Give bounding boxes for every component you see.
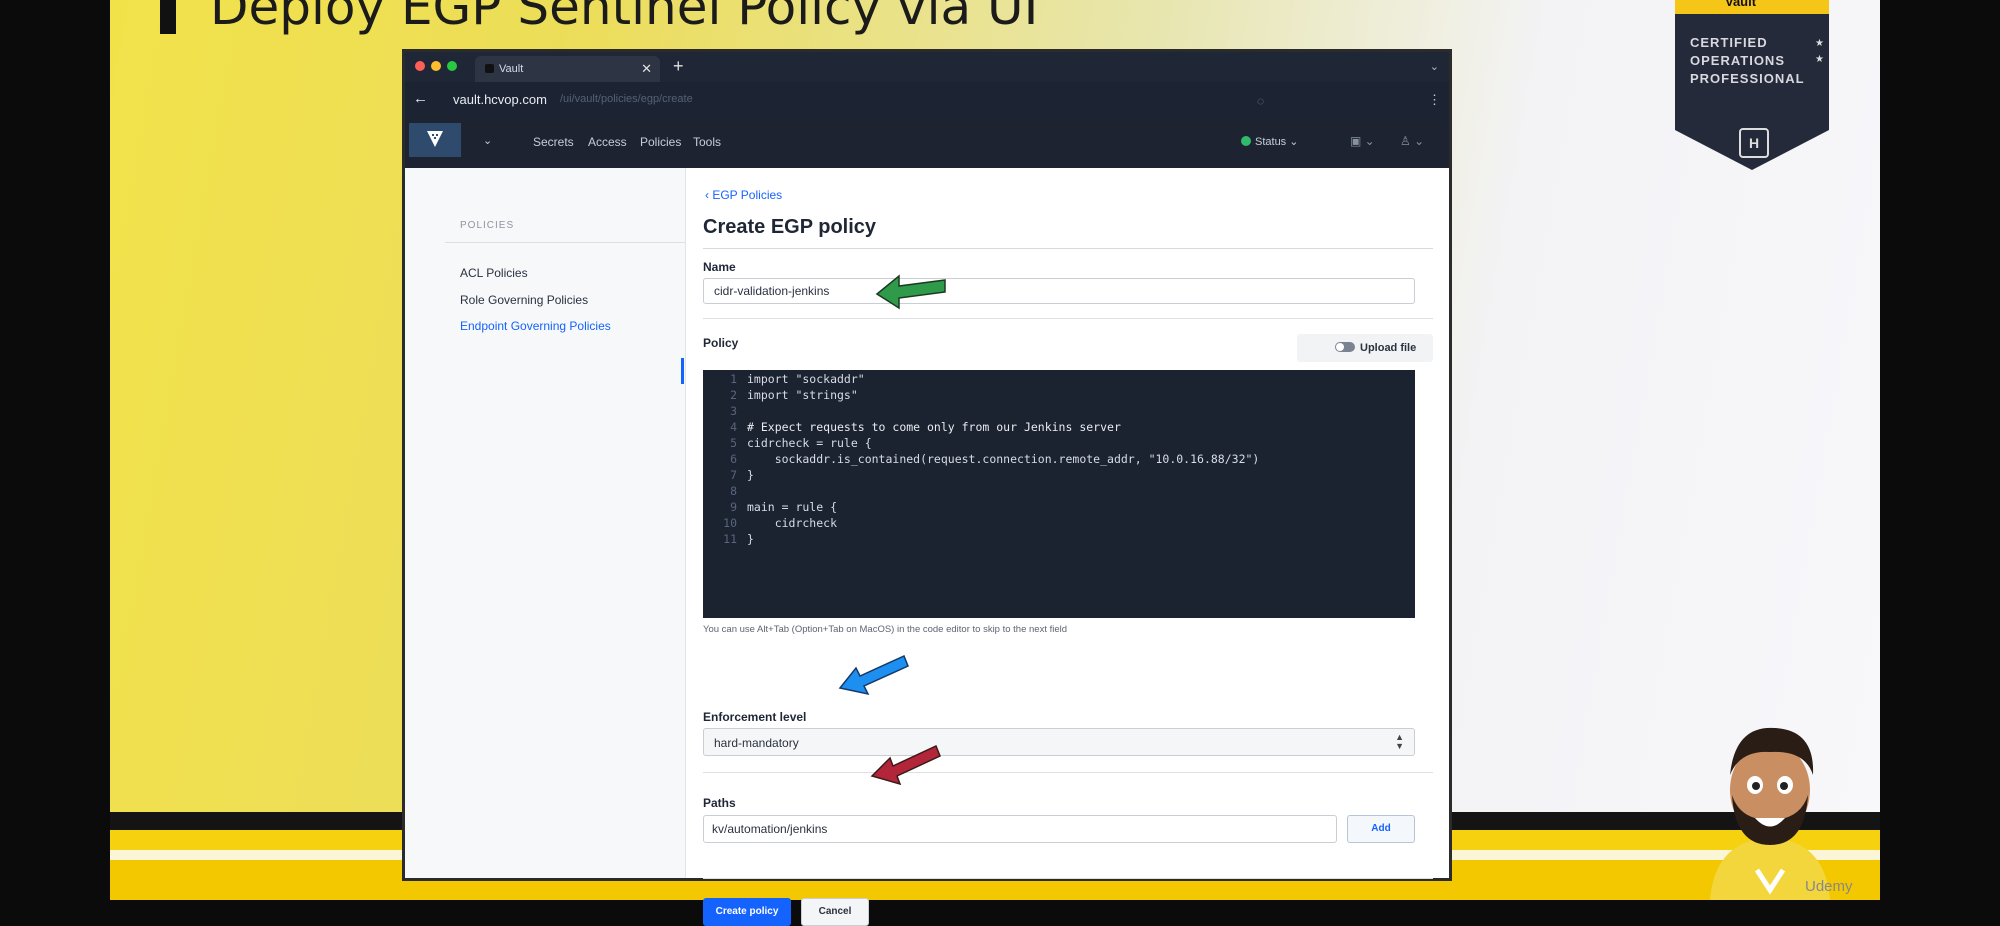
- code-line: 5 cidrcheck = rule {: [730, 436, 872, 450]
- svg-text:★: ★: [1815, 38, 1824, 49]
- editor-hint: You can use Alt+Tab (Option+Tab on MacOS…: [703, 624, 1068, 635]
- divider: [703, 248, 1433, 249]
- code-line: 3: [730, 404, 737, 418]
- enforcement-level-value: hard-mandatory: [714, 736, 799, 750]
- new-tab-button[interactable]: +: [673, 56, 684, 77]
- back-arrow-icon[interactable]: ←: [413, 90, 428, 107]
- close-tab-icon[interactable]: ✕: [641, 61, 652, 77]
- hashicorp-logo-icon: H: [1739, 128, 1769, 158]
- policy-code-editor[interactable]: 1 import "sockaddr" 2 import "strings" 3 4…: [703, 370, 1415, 618]
- enforcement-label: Enforcement level: [703, 710, 807, 724]
- upload-file-label: Upload file: [1360, 342, 1417, 354]
- code-line: 2 import "strings": [730, 388, 858, 402]
- policy-label: Policy: [703, 336, 739, 350]
- sidebar-heading: POLICIES: [460, 220, 515, 231]
- certification-badge: ★ ★ Vault CERTIFIED OPERATIONS PROFESSIO…: [1675, 0, 1829, 170]
- add-path-button[interactable]: Add: [1347, 815, 1415, 843]
- sidebar-divider: [445, 242, 685, 243]
- nav-access[interactable]: Access: [588, 135, 627, 149]
- path-input[interactable]: [703, 815, 1337, 843]
- close-window-icon[interactable]: [415, 61, 425, 71]
- slide-title: Deploy EGP Sentinel Policy via UI: [210, 0, 1039, 36]
- udemy-watermark: Udemy: [1805, 878, 1853, 895]
- divider: [703, 878, 1433, 879]
- svg-text:★: ★: [1815, 54, 1824, 65]
- create-policy-button[interactable]: Create policy: [703, 898, 791, 926]
- cancel-button[interactable]: Cancel: [801, 898, 869, 926]
- console-toggle-icon[interactable]: ▣ ⌄: [1350, 134, 1375, 148]
- sidebar-item-role-governing-policies[interactable]: Role Governing Policies: [460, 293, 588, 307]
- browser-tab[interactable]: Vault ✕: [475, 56, 660, 82]
- url-path[interactable]: /ui/vault/policies/egp/create: [560, 93, 693, 105]
- divider: [703, 318, 1433, 319]
- tab-title: Vault: [499, 63, 524, 75]
- code-line: 1 import "sockaddr": [730, 372, 865, 386]
- vault-triangle-icon: [427, 131, 443, 147]
- code-line: 6 sockaddr.is_contained(request.connecti…: [730, 452, 1260, 466]
- active-indicator: [681, 358, 684, 384]
- code-line: 9 main = rule {: [730, 500, 838, 514]
- policy-name-input[interactable]: [703, 278, 1415, 304]
- nav-secrets[interactable]: Secrets: [533, 135, 574, 149]
- status-menu[interactable]: Status ⌄: [1241, 135, 1298, 148]
- nav-tools[interactable]: Tools: [693, 135, 721, 149]
- code-line: 11}: [723, 532, 754, 546]
- divider: [703, 772, 1433, 773]
- breadcrumb-label[interactable]: EGP Policies: [712, 188, 782, 202]
- main-content: ‹ EGP Policies Create EGP policy Name Po…: [685, 168, 1449, 926]
- code-line: 10 cidrcheck: [723, 516, 838, 530]
- green-arrow-icon: [875, 274, 946, 310]
- vault-favicon-icon: [485, 64, 494, 73]
- address-bar[interactable]: ← vault.hcvop.com /ui/vault/policies/egp…: [405, 82, 1449, 118]
- page-title: Create EGP policy: [703, 216, 877, 238]
- select-arrows-icon: ▲ ▼: [1395, 732, 1404, 751]
- vault-logo-button[interactable]: [409, 123, 461, 157]
- enforcement-level-select[interactable]: hard-mandatory ▲ ▼: [703, 728, 1415, 756]
- badge-text: CERTIFIED OPERATIONS PROFESSIONAL: [1690, 34, 1805, 88]
- tab-menu-chevron-icon[interactable]: ⌄: [1430, 60, 1439, 73]
- browser-menu-icon[interactable]: ⋮: [1428, 92, 1441, 108]
- paths-label: Paths: [703, 796, 736, 810]
- badge-line: OPERATIONS: [1690, 53, 1785, 68]
- url-host[interactable]: vault.hcvop.com: [453, 92, 547, 107]
- status-label: Status: [1255, 136, 1287, 148]
- code-line: 8: [730, 484, 737, 498]
- name-label: Name: [703, 260, 736, 274]
- red-arrow-icon: [870, 744, 941, 786]
- presenter-avatar: [1705, 720, 1835, 900]
- status-ok-icon: [1241, 136, 1251, 146]
- sidebar-item-endpoint-governing-policies[interactable]: Endpoint Governing Policies: [460, 319, 611, 333]
- nav-policies[interactable]: Policies: [640, 135, 681, 149]
- browser-tab-bar: Vault ✕ + ⌄: [405, 52, 1449, 82]
- badge-vault-label: Vault: [1725, 0, 1757, 9]
- minimize-window-icon[interactable]: [431, 61, 441, 71]
- policies-sidebar: POLICIES ACL Policies Role Governing Pol…: [405, 168, 686, 878]
- blue-arrow-icon: [838, 654, 909, 696]
- user-menu-icon[interactable]: ♙ ⌄: [1400, 134, 1424, 148]
- badge-line: CERTIFIED: [1690, 35, 1768, 50]
- vault-top-nav: ⌄ Secrets Access Policies Tools Status ⌄…: [405, 118, 1449, 168]
- code-line: 7}: [730, 468, 754, 482]
- breadcrumb[interactable]: ‹ EGP Policies: [705, 188, 782, 202]
- code-line: 4 # Expect requests to come only from our…: [730, 420, 1121, 434]
- slide-title-accent: [160, 0, 176, 34]
- extension-icon[interactable]: ◌: [1257, 94, 1264, 108]
- toggle-switch-icon[interactable]: [1335, 342, 1355, 352]
- upload-file-toggle[interactable]: Upload file: [1335, 342, 1416, 354]
- namespace-chevron-icon[interactable]: ⌄: [483, 134, 492, 147]
- badge-line: PROFESSIONAL: [1690, 71, 1805, 86]
- sidebar-item-acl-policies[interactable]: ACL Policies: [460, 266, 528, 280]
- maximize-window-icon[interactable]: [447, 61, 457, 71]
